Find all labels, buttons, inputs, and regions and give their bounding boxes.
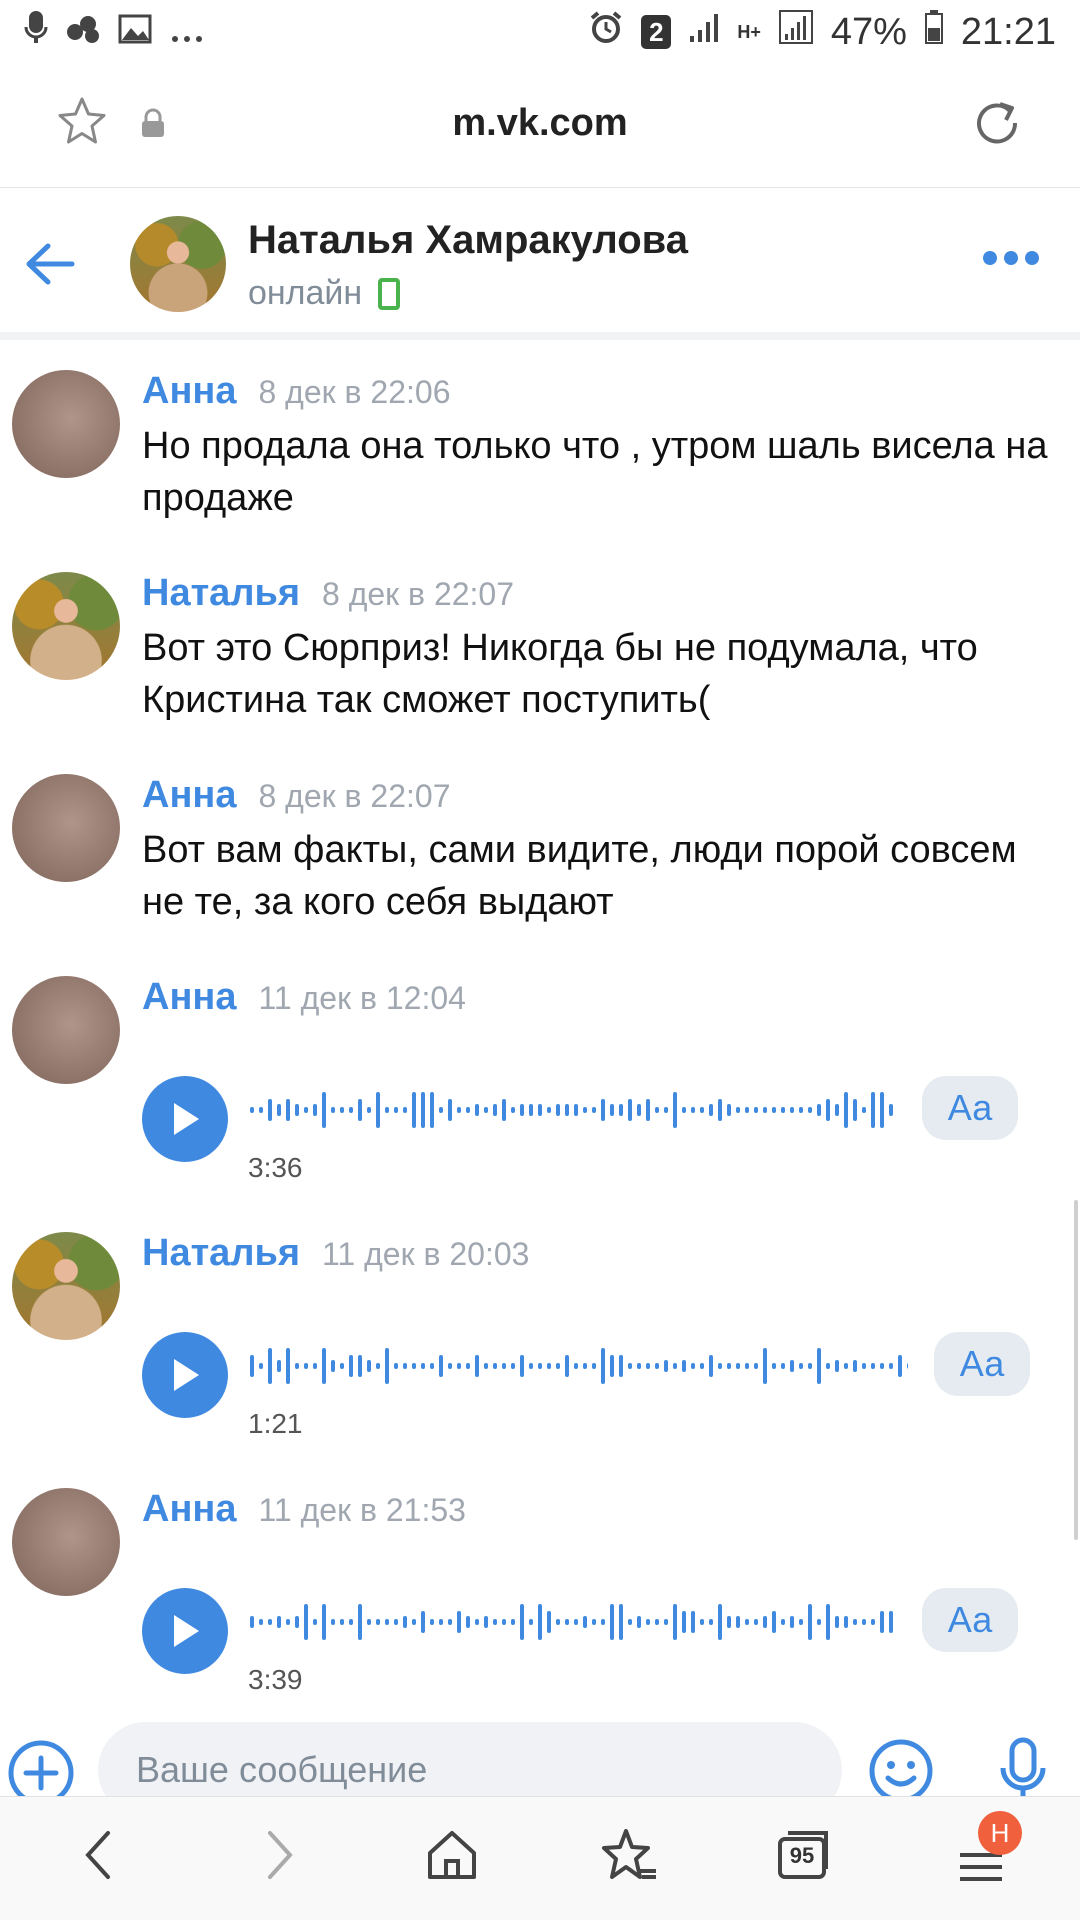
- message-author[interactable]: Наталья: [142, 572, 300, 615]
- play-icon: [174, 1103, 199, 1135]
- play-icon: [174, 1359, 199, 1391]
- online-status-label: онлайн: [248, 274, 363, 312]
- play-button[interactable]: [142, 1332, 228, 1418]
- message-author[interactable]: Анна: [142, 1488, 236, 1531]
- bookmarks-icon[interactable]: [598, 1827, 658, 1888]
- signal-box-icon: [778, 10, 813, 54]
- avatar[interactable]: [12, 1488, 120, 1596]
- avatar[interactable]: [12, 1232, 120, 1340]
- message-author[interactable]: Анна: [142, 976, 236, 1019]
- message-text: Вот вам факты, сами видите, люди порой с…: [142, 829, 1017, 923]
- battery-icon: [924, 10, 943, 54]
- message-text: Но продала она только что , утром шаль в…: [142, 425, 1048, 519]
- more-options-icon[interactable]: [982, 250, 1040, 271]
- chat-header: Наталья Хамракулова онлайн: [0, 188, 1080, 340]
- message-time: 8 дек в 22:07: [258, 778, 451, 814]
- transcribe-button[interactable]: Аа: [922, 1076, 1018, 1140]
- play-button[interactable]: [142, 1588, 228, 1674]
- back-icon[interactable]: [78, 1827, 118, 1888]
- message-text: Вот это Сюрприз! Никогда бы не подумала,…: [142, 627, 978, 721]
- contact-avatar[interactable]: [130, 216, 226, 312]
- back-arrow-icon[interactable]: [24, 242, 76, 291]
- avatar[interactable]: [12, 976, 120, 1084]
- alarm-icon: [589, 10, 623, 54]
- microphone-icon: [24, 9, 48, 55]
- voice-duration: 3:39: [248, 1664, 303, 1695]
- voice-duration: 1:21: [248, 1408, 303, 1439]
- scrollbar[interactable]: [1074, 1200, 1078, 1540]
- vk-app-icon: [66, 11, 100, 54]
- url-text[interactable]: m.vk.com: [0, 102, 1080, 145]
- message-time: 11 дек в 12:04: [258, 980, 466, 1016]
- tabs-icon[interactable]: 95: [776, 1827, 832, 1883]
- home-icon[interactable]: [424, 1827, 480, 1888]
- tabs-count: 95: [789, 1843, 815, 1868]
- message-author[interactable]: Анна: [142, 774, 236, 817]
- play-icon: [174, 1615, 199, 1647]
- contact-name[interactable]: Наталья Хамракулова: [248, 218, 688, 263]
- play-button[interactable]: [142, 1076, 228, 1162]
- waveform[interactable]: [248, 1344, 908, 1388]
- avatar[interactable]: [12, 370, 120, 478]
- waveform[interactable]: [248, 1088, 898, 1132]
- message-time: 8 дек в 22:06: [258, 374, 451, 410]
- message-time: 11 дек в 20:03: [322, 1236, 530, 1272]
- notification-count-badge: 2: [641, 15, 672, 49]
- voice-duration: 3:36: [248, 1152, 303, 1183]
- message-time: 11 дек в 21:53: [258, 1492, 466, 1528]
- forward-icon[interactable]: [260, 1827, 300, 1888]
- transcribe-button[interactable]: Аа: [934, 1332, 1030, 1396]
- message-time: 8 дек в 22:07: [322, 576, 515, 612]
- network-type-label: H+: [737, 21, 761, 42]
- voice-message: 1:21 Аа: [142, 1332, 1042, 1442]
- status-bar: 2 H+ 47% 21:21: [0, 0, 1080, 64]
- avatar[interactable]: [12, 774, 120, 882]
- gallery-icon: [118, 11, 152, 54]
- avatar[interactable]: [12, 572, 120, 680]
- more-notifications-icon: [170, 11, 204, 54]
- mobile-online-icon: [378, 277, 401, 310]
- browser-address-bar: m.vk.com: [0, 64, 1080, 188]
- voice-message: 3:39 Аа: [142, 1588, 1042, 1698]
- voice-message: 3:36 Аа: [142, 1076, 1042, 1186]
- browser-navigation-bar: 95 H: [0, 1796, 1080, 1920]
- clock: 21:21: [960, 10, 1056, 53]
- message-author[interactable]: Анна: [142, 370, 236, 413]
- message-author[interactable]: Наталья: [142, 1232, 300, 1275]
- reload-icon[interactable]: [972, 98, 1022, 153]
- transcribe-button[interactable]: Аа: [922, 1588, 1018, 1652]
- signal-icon: [689, 11, 719, 54]
- waveform[interactable]: [248, 1600, 898, 1644]
- battery-percent: 47%: [830, 10, 907, 53]
- menu-notification-badge: H: [978, 1811, 1022, 1855]
- contact-status: онлайн: [248, 274, 401, 313]
